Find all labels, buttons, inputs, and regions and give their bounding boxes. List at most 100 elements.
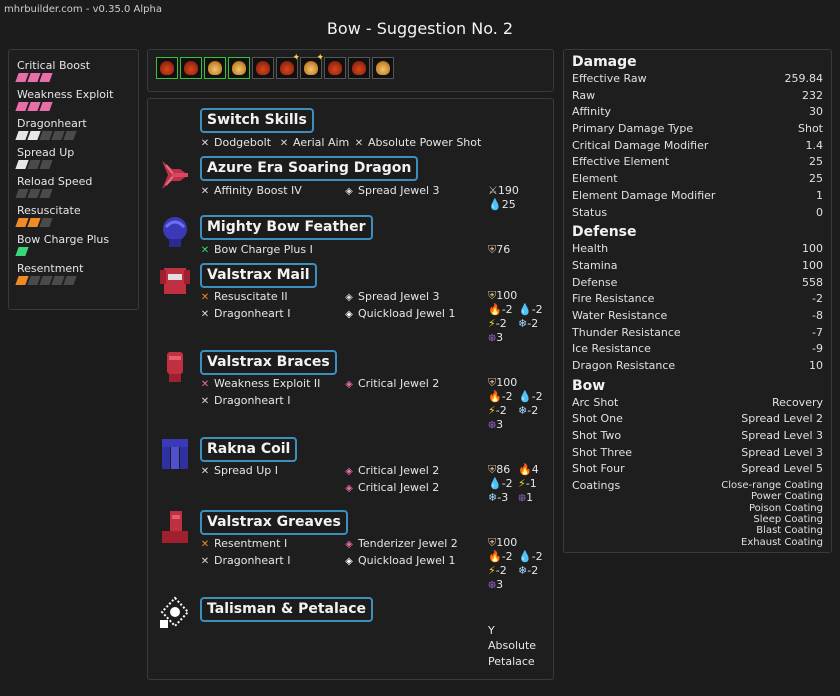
waist-dragon: ᪥1 [518, 491, 534, 504]
coatings-label: Coatings [572, 479, 621, 493]
chest-jewel-2: ◈ Quickload Jewel 1 [344, 306, 455, 322]
skill-entry[interactable]: Spread Up [15, 146, 130, 169]
damage-stat-row: Effective Raw 259.84 [572, 71, 823, 88]
switch-skill-icon: ✕ [354, 138, 364, 149]
damage-stat-value: Shot [798, 122, 823, 136]
defense-stat-row: Defense 558 [572, 275, 823, 292]
skill-entry[interactable]: Critical Boost [15, 59, 130, 82]
skill-entry[interactable]: Resentment [15, 262, 130, 285]
bow-stats: Arc Shot Recovery Shot One Spread Level 2 Sh… [572, 395, 823, 478]
coating-item: Poison Coating [748, 502, 823, 514]
coating-item: Close-range Coating [721, 480, 823, 492]
red-jewel-icon [256, 61, 270, 75]
decoration-slot[interactable] [180, 57, 202, 79]
legs-armor-name[interactable]: Valstrax Greaves [200, 510, 348, 535]
legs-jewel-1: ◈ Tenderizer Jewel 2 [344, 536, 458, 552]
weapon-jewel: ◈ Spread Jewel 3 [344, 183, 439, 199]
damage-stat-row: Primary Damage Type Shot [572, 121, 823, 138]
skill-icon: ✕ [200, 245, 210, 256]
skill-level-bar [15, 102, 130, 111]
decoration-slot[interactable] [252, 57, 274, 79]
legs-armor-icon [162, 511, 188, 543]
thunder-icon: ⚡ [488, 317, 496, 330]
decoration-panel: ✦ ✦ [147, 49, 554, 92]
shield-icon: ⛨ [488, 463, 497, 476]
damage-heading: Damage [572, 54, 637, 70]
skill-level-pip [39, 189, 53, 198]
weapon-name[interactable]: Azure Era Soaring Dragon [200, 156, 419, 181]
arms-armor-name[interactable]: Valstrax Braces [200, 350, 337, 375]
water-icon: 💧 [488, 198, 502, 211]
skill-entry[interactable]: Weakness Exploit [15, 88, 130, 111]
switch-skills-header[interactable]: Switch Skills [200, 108, 314, 133]
damage-stat-row: Raw 232 [572, 88, 823, 105]
damage-stat-value: 259.84 [784, 72, 824, 85]
bow-stat-label: Shot Two [572, 429, 622, 443]
sparkle-icon: ✦ [316, 53, 324, 63]
damage-stat-value: 1 [816, 188, 823, 202]
head-skill: ✕ Bow Charge Plus I [200, 242, 313, 258]
jewel-icon: ◈ [345, 483, 353, 494]
decoration-slot[interactable] [324, 57, 346, 79]
decoration-slot[interactable] [372, 57, 394, 79]
ice-icon: ❄ [518, 564, 528, 577]
coatings-list: Close-range Coating Power Coating Poison C… [721, 480, 823, 548]
waist-armor-name[interactable]: Rakna Coil [200, 437, 298, 462]
skill-level-bar [15, 276, 130, 285]
fire-icon: 🔥 [518, 463, 532, 476]
legs-water: 💧-2 [518, 550, 543, 563]
petalace-name-2: Petalace [488, 655, 535, 668]
defense-stat-row: Health 100 [572, 241, 823, 258]
arms-defense: ⛨100 [488, 376, 518, 389]
petalace-name-1: Absolute [488, 639, 537, 652]
red-jewel-icon [160, 61, 174, 75]
bow-stat-label: Shot One [572, 412, 623, 426]
decoration-slot[interactable] [204, 57, 226, 79]
talisman-name[interactable]: Talisman & Petalace [200, 597, 374, 622]
damage-stat-label: Effective Element [572, 155, 670, 169]
head-armor-name[interactable]: Mighty Bow Feather [200, 215, 373, 240]
bow-stat-row: Shot Four Spread Level 5 [572, 461, 823, 478]
decoration-slot[interactable] [156, 57, 178, 79]
water-icon: 💧 [518, 390, 532, 403]
arms-skill-2: ✕ Dragonheart I [200, 393, 291, 409]
legs-skill-1: ✕ Resentment I [200, 536, 287, 552]
decoration-slot[interactable] [348, 57, 370, 79]
fire-icon: 🔥 [488, 550, 502, 563]
skill-name: Reload Speed [17, 175, 93, 188]
damage-stat-label: Status [572, 205, 608, 219]
gold-jewel-icon [304, 61, 318, 75]
ice-icon: ❄ [488, 491, 498, 504]
skill-level-pip [63, 131, 77, 140]
legs-jewel-2: ◈ Quickload Jewel 1 [344, 553, 455, 569]
switch-skill-icon: ✕ [279, 138, 289, 149]
ice-icon: ❄ [518, 317, 528, 330]
chest-armor-name[interactable]: Valstrax Mail [200, 263, 317, 288]
skill-entry[interactable]: Bow Charge Plus [15, 233, 130, 256]
head-armor-icon [163, 217, 187, 247]
waist-water: 💧-2 [488, 477, 513, 490]
damage-stat-row: Status 0 [572, 205, 823, 222]
arms-dragon: ᪥3 [488, 418, 504, 431]
bow-stat-value: Spread Level 3 [741, 445, 823, 459]
defense-stat-row: Fire Resistance -2 [572, 291, 823, 308]
skill-entry[interactable]: Resuscitate [15, 204, 130, 227]
bow-stat-row: Shot One Spread Level 2 [572, 411, 823, 428]
petalace-icon: Y [488, 624, 495, 637]
waist-thunder: ⚡-1 [518, 477, 537, 490]
skill-entry[interactable]: Reload Speed [15, 175, 130, 198]
red-jewel-icon [184, 61, 198, 75]
legs-thunder: ⚡-2 [488, 564, 507, 577]
defense-stat-label: Health [572, 242, 609, 256]
waist-fire: 🔥4 [518, 463, 539, 476]
skill-entry[interactable]: Dragonheart [15, 117, 130, 140]
decoration-slot[interactable] [228, 57, 250, 79]
decoration-slot[interactable]: ✦ [300, 53, 324, 79]
defense-stats: Health 100 Stamina 100 Defense 558 Fire Resist… [572, 241, 823, 375]
defense-stat-label: Stamina [572, 258, 618, 272]
decoration-slot[interactable]: ✦ [276, 54, 300, 79]
skill-icon: ✕ [200, 186, 210, 197]
defense-stat-value: 100 [802, 258, 823, 272]
damage-stat-row: Element Damage Modifier 1 [572, 188, 823, 205]
waist-jewel-2: ◈ Critical Jewel 2 [344, 480, 439, 496]
